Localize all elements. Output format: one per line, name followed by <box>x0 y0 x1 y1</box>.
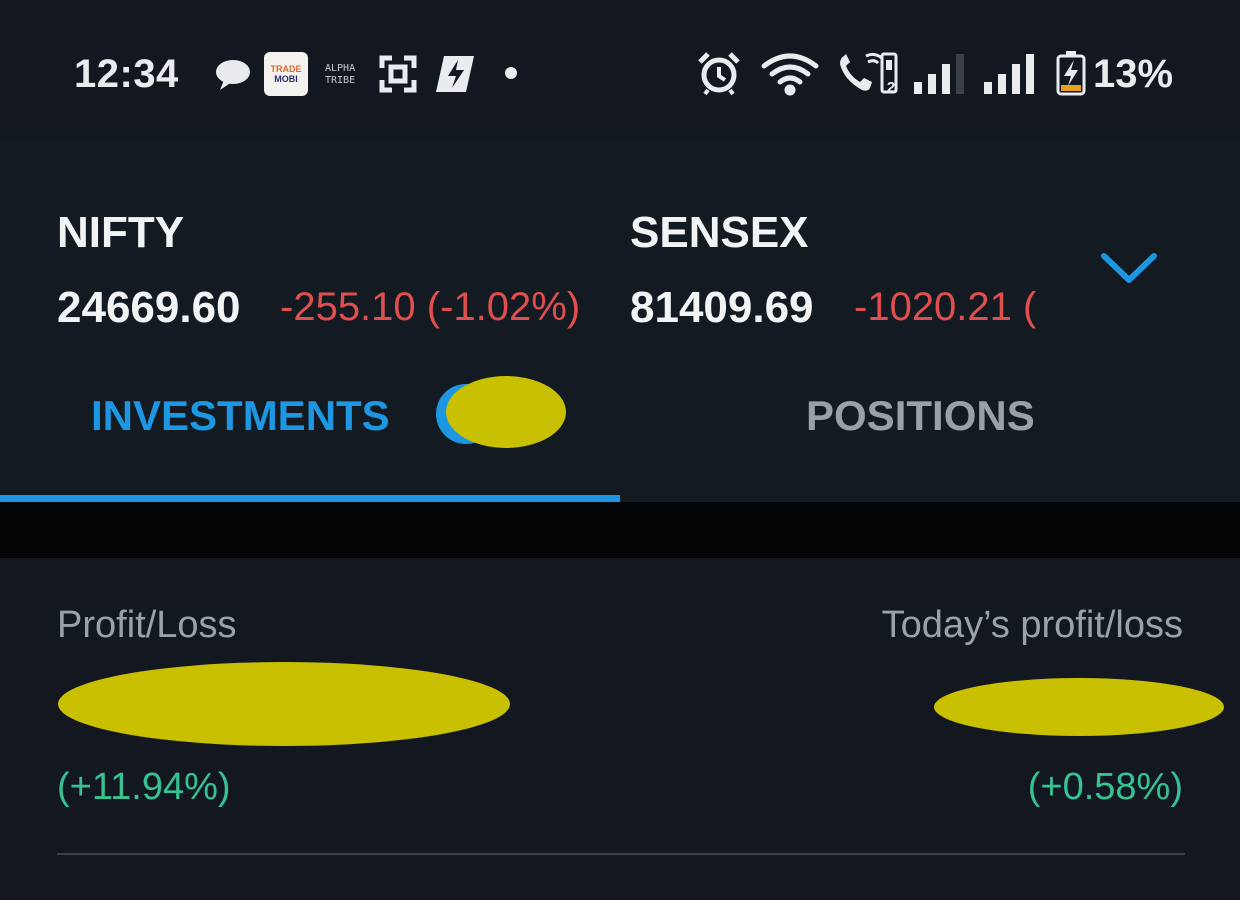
redacted-today-pnl <box>934 678 1224 736</box>
divider <box>57 853 1185 855</box>
chevron-down-icon[interactable] <box>1100 250 1158 286</box>
trademobi-app-icon: TRADE MOBI <box>264 52 308 96</box>
index-name-nifty: NIFTY <box>57 208 185 257</box>
battery-charging-icon <box>1056 50 1086 96</box>
scan-icon <box>378 54 418 94</box>
alarm-icon <box>696 50 742 96</box>
pnl-total-label: Profit/Loss <box>57 604 237 646</box>
index-change-sensex: -1020.21 ( <box>854 285 1037 329</box>
signal-sim1-icon <box>912 52 968 94</box>
status-time: 12:34 <box>74 52 179 96</box>
tab-investments[interactable]: INVESTMENTS <box>91 392 390 440</box>
pnl-total-percent: (+11.94%) <box>57 766 231 808</box>
pnl-today-percent: (+0.58%) <box>1027 766 1183 808</box>
tab-bar: INVESTMENTS POSITIONS <box>0 362 1240 502</box>
status-bar: 12:34 TRADE MOBI ALPHA TRIBE 2 13% <box>0 0 1240 140</box>
battery-percent: 13% <box>1093 52 1174 96</box>
pnl-today-label: Today’s profit/loss <box>881 604 1183 646</box>
sensex-value-row: 81409.69 -1020.21 ( <box>630 270 1050 340</box>
redacted-total-pnl <box>58 662 510 746</box>
pnl-summary: Profit/Loss (+11.94%) Today’s profit/los… <box>0 558 1240 900</box>
signal-sim2-icon <box>982 52 1038 94</box>
index-value-sensex: 81409.69 <box>630 283 814 332</box>
lightning-app-icon <box>434 54 476 94</box>
index-change-nifty: -255.10 (-1.02%) <box>280 285 581 329</box>
section-divider-band <box>0 502 1240 558</box>
alphatribe-app-icon: ALPHA TRIBE <box>325 63 356 86</box>
notification-dot <box>505 67 517 79</box>
index-value-nifty: 24669.60 <box>57 283 241 332</box>
redaction-mark <box>446 376 566 448</box>
sim-slot-number: 2 <box>886 78 896 96</box>
chat-bubble-icon <box>212 56 252 94</box>
index-name-sensex: SENSEX <box>630 208 809 257</box>
wifi-icon <box>760 52 822 96</box>
index-ticker[interactable]: NIFTY 24669.60 -255.10 (-1.02%) SENSEX 8… <box>0 140 1240 362</box>
tab-positions[interactable]: POSITIONS <box>806 392 1035 440</box>
active-tab-indicator <box>0 495 620 502</box>
